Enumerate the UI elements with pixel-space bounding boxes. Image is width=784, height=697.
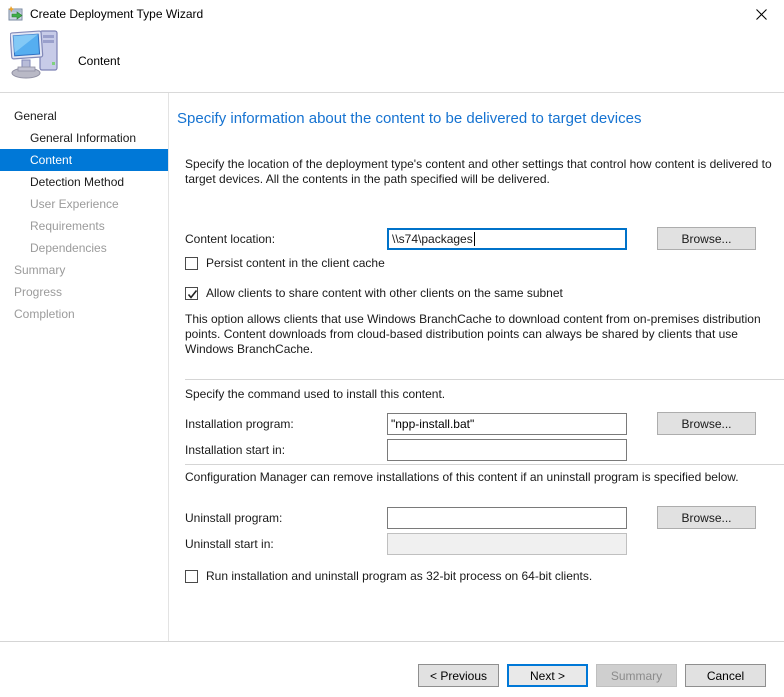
- installation-program-input[interactable]: [387, 413, 627, 435]
- share-content-checkbox-row[interactable]: Allow clients to share content with othe…: [185, 286, 784, 300]
- create-deployment-type-wizard-window: Create Deployment Type Wizard: [0, 0, 784, 697]
- sidebar-item-progress: Progress: [0, 281, 168, 303]
- sidebar-item-content[interactable]: Content: [0, 149, 168, 171]
- uninstall-note: Configuration Manager can remove install…: [185, 470, 784, 485]
- installation-program-browse-button[interactable]: Browse...: [657, 412, 756, 435]
- close-icon: [756, 9, 767, 20]
- uninstall-program-label: Uninstall program:: [185, 511, 387, 525]
- title-bar: Create Deployment Type Wizard: [0, 0, 784, 28]
- close-button[interactable]: [739, 0, 784, 28]
- content-location-value: \\s74\packages: [392, 232, 473, 246]
- content-panel: Specify information about the content to…: [169, 93, 784, 641]
- uninstall-start-in-row: Uninstall start in:: [185, 533, 784, 555]
- content-location-browse-button[interactable]: Browse...: [657, 227, 756, 250]
- installation-start-in-input[interactable]: [387, 439, 627, 461]
- run-32bit-checkbox[interactable]: [185, 570, 198, 583]
- persist-content-checkbox-row[interactable]: Persist content in the client cache: [185, 256, 784, 270]
- persist-content-label: Persist content in the client cache: [206, 256, 385, 270]
- branchcache-note: This option allows clients that use Wind…: [185, 312, 781, 357]
- sidebar-item-detection-method[interactable]: Detection Method: [0, 171, 168, 193]
- wizard-header: Content: [0, 28, 784, 92]
- sidebar-item-completion: Completion: [0, 303, 168, 325]
- share-content-label: Allow clients to share content with othe…: [206, 286, 563, 300]
- installation-program-row: Installation program: Browse...: [185, 412, 784, 435]
- uninstall-start-in-label: Uninstall start in:: [185, 537, 387, 551]
- page-heading: Specify information about the content to…: [177, 109, 784, 129]
- content-location-label: Content location:: [185, 232, 387, 246]
- cancel-button[interactable]: Cancel: [685, 664, 766, 687]
- installation-program-label: Installation program:: [185, 417, 387, 431]
- sidebar-item-summary: Summary: [0, 259, 168, 281]
- sidebar-item-general-information[interactable]: General Information: [0, 127, 168, 149]
- next-button[interactable]: Next >: [507, 664, 588, 687]
- uninstall-start-in-input: [387, 533, 627, 555]
- uninstall-program-browse-button[interactable]: Browse...: [657, 506, 756, 529]
- text-caret: [474, 232, 475, 246]
- run-32bit-label: Run installation and uninstall program a…: [206, 569, 592, 583]
- check-icon: [186, 288, 199, 301]
- persist-content-checkbox[interactable]: [185, 257, 198, 270]
- share-content-checkbox[interactable]: [185, 287, 198, 300]
- install-section-label: Specify the command used to install this…: [185, 387, 784, 401]
- sidebar-item-user-experience: User Experience: [0, 193, 168, 215]
- previous-button[interactable]: < Previous: [418, 664, 499, 687]
- intro-text: Specify the location of the deployment t…: [185, 157, 781, 187]
- wizard-footer: < Previous Next > Summary Cancel: [0, 641, 784, 697]
- content-location-input[interactable]: \\s74\packages: [387, 228, 627, 250]
- wizard-app-icon: [8, 6, 24, 22]
- section-separator: [185, 379, 784, 380]
- header-page-title: Content: [78, 54, 120, 68]
- uninstall-program-row: Uninstall program: Browse...: [185, 506, 784, 529]
- wizard-steps-sidebar: General General Information Content Dete…: [0, 93, 169, 641]
- sidebar-item-general[interactable]: General: [0, 105, 168, 127]
- summary-button: Summary: [596, 664, 677, 687]
- sidebar-item-dependencies: Dependencies: [0, 237, 168, 259]
- run-32bit-checkbox-row[interactable]: Run installation and uninstall program a…: [185, 569, 784, 583]
- installation-start-in-row: Installation start in:: [185, 439, 784, 461]
- section-separator: [185, 464, 784, 465]
- sidebar-item-requirements: Requirements: [0, 215, 168, 237]
- window-title: Create Deployment Type Wizard: [30, 7, 203, 21]
- uninstall-program-input[interactable]: [387, 507, 627, 529]
- computer-icon: [10, 22, 64, 83]
- content-location-row: Content location: \\s74\packages Browse.…: [185, 227, 784, 250]
- installation-start-in-label: Installation start in:: [185, 443, 387, 457]
